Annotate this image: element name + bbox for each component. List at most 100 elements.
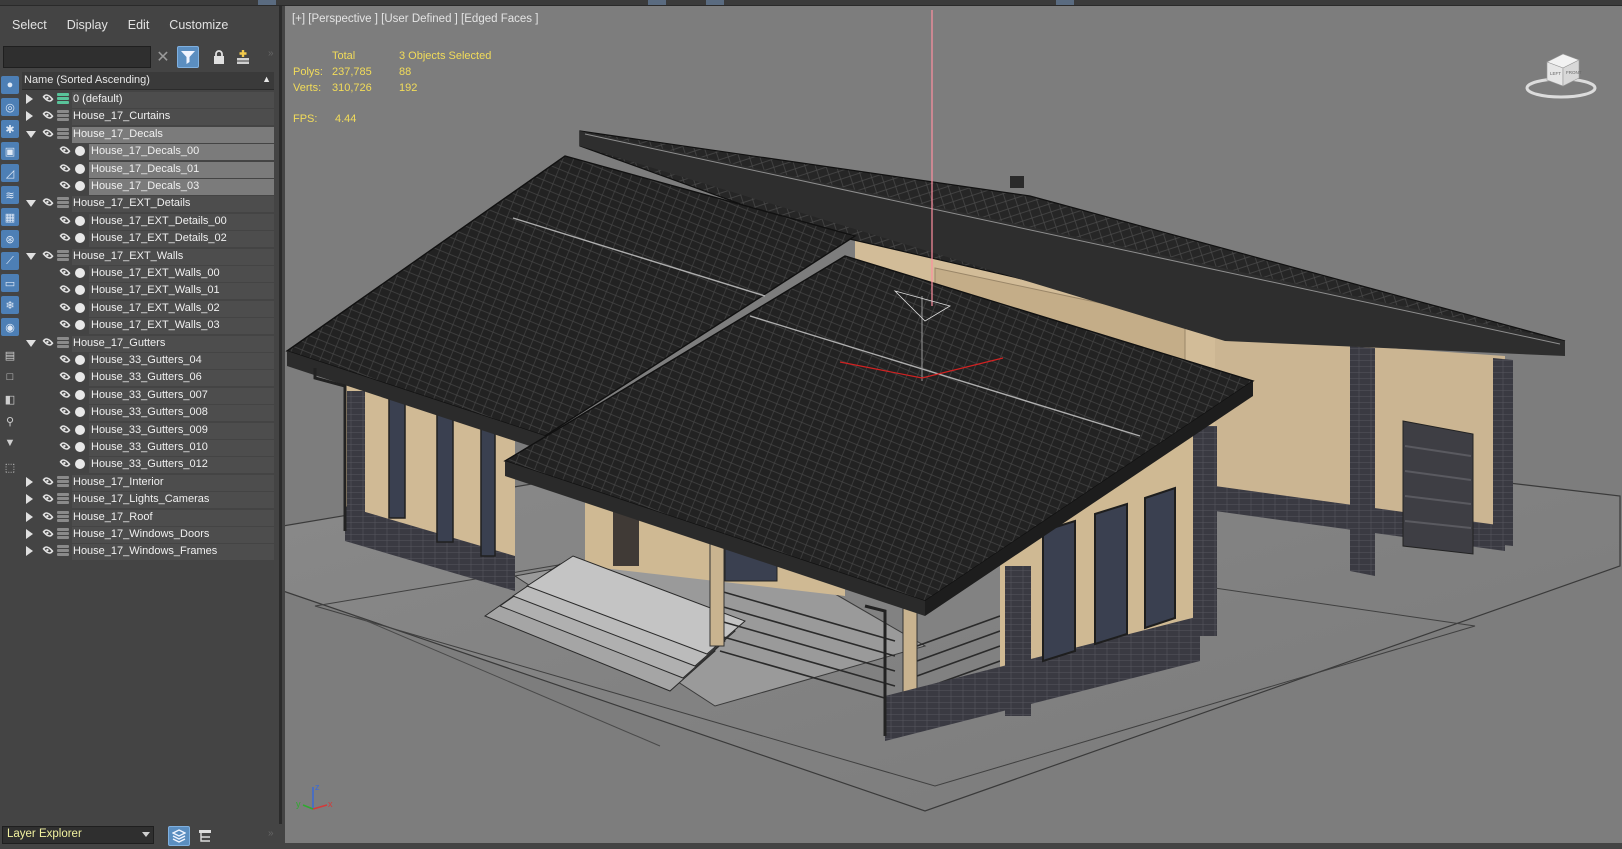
menu-display[interactable]: Display [55, 14, 116, 36]
eye-icon[interactable] [59, 266, 71, 278]
eye-icon[interactable] [59, 422, 71, 435]
eye-icon[interactable] [42, 109, 54, 122]
bones-icon[interactable]: ⟋ [1, 252, 19, 270]
eye-icon[interactable] [59, 440, 71, 452]
object-row[interactable]: House_17_EXT_Walls_02 [22, 300, 274, 317]
eye-icon[interactable] [59, 179, 71, 191]
options-icon[interactable]: ⬚ [1, 458, 19, 476]
containers-icon[interactable]: ▭ [1, 274, 19, 292]
filter-icon[interactable] [177, 46, 199, 68]
lights-icon[interactable]: ✱ [1, 120, 19, 138]
menu-customize[interactable]: Customize [157, 14, 236, 36]
layer-row[interactable]: House_17_Windows_Doors [22, 526, 274, 543]
chevron-right-icon[interactable] [26, 494, 33, 505]
eye-icon[interactable] [59, 231, 71, 243]
filter-funnel-icon[interactable]: ▼ [1, 434, 19, 452]
add-layer-icon[interactable] [232, 46, 254, 68]
object-row[interactable]: House_33_Gutters_06 [22, 369, 274, 387]
eye-icon[interactable] [42, 248, 54, 261]
hidden-icon[interactable]: ◉ [1, 318, 19, 336]
select-none-icon[interactable]: □ [1, 368, 19, 386]
eye-icon[interactable] [59, 318, 71, 330]
object-row[interactable]: House_17_EXT_Details_02 [22, 230, 274, 248]
object-row[interactable]: House_33_Gutters_012 [22, 456, 274, 474]
viewport-label[interactable]: [+] [Perspective ] [User Defined ] [Edge… [292, 13, 538, 25]
xrefs-icon[interactable]: ⊛ [1, 230, 19, 248]
hierarchy-icon[interactable] [194, 826, 216, 846]
panel-grip-icon[interactable]: » [268, 48, 274, 59]
geometry-icon[interactable]: ◎ [1, 98, 19, 116]
layer-row[interactable]: House_17_EXT_Walls [22, 248, 274, 265]
cameras-icon[interactable]: ▣ [1, 142, 19, 160]
spacewarps-icon[interactable]: ≋ [1, 186, 19, 204]
eye-icon[interactable] [42, 335, 54, 348]
chevron-right-icon[interactable] [26, 511, 33, 522]
layers-icon[interactable] [168, 826, 190, 846]
menu-select[interactable]: Select [0, 14, 55, 36]
object-row[interactable]: House_17_Decals_01 [22, 161, 274, 178]
layer-row[interactable]: House_17_Interior [22, 474, 274, 491]
helpers-icon[interactable]: ◿ [1, 164, 19, 182]
layer-row[interactable]: House_17_Lights_Cameras [22, 491, 274, 509]
chevron-right-icon[interactable] [26, 546, 33, 557]
chevron-right-icon[interactable] [26, 111, 33, 122]
panel-grip-icon[interactable]: » [268, 828, 274, 839]
eye-icon[interactable] [42, 527, 54, 539]
perspective-viewport[interactable]: [+] [Perspective ] [User Defined ] [Edge… [285, 6, 1622, 843]
eye-icon[interactable] [59, 301, 71, 313]
display-all-icon[interactable]: ▤ [1, 346, 19, 364]
chevron-right-icon[interactable] [26, 529, 33, 539]
layer-row[interactable]: House_17_Decals [22, 126, 274, 143]
chevron-down-icon[interactable] [26, 130, 36, 138]
eye-icon[interactable] [59, 144, 71, 156]
viewcube-icon[interactable]: LEFT FRONT [1523, 44, 1603, 104]
object-row[interactable]: House_17_Decals_03 [22, 178, 274, 195]
object-row[interactable]: House_17_EXT_Details_00 [22, 213, 274, 230]
object-row[interactable]: House_17_EXT_Walls_00 [22, 265, 274, 282]
eye-icon[interactable] [59, 161, 71, 174]
layer-row[interactable]: 0 (default) [22, 91, 274, 108]
layer-row[interactable]: House_17_Windows_Frames [22, 543, 274, 561]
find-icon[interactable]: ⚲ [1, 412, 19, 430]
object-row[interactable]: House_17_Decals_00 [22, 143, 274, 161]
chevron-down-icon[interactable] [26, 252, 36, 260]
explorer-type-select[interactable]: Layer Explorer [2, 826, 154, 844]
invert-icon[interactable]: ◧ [1, 390, 19, 408]
object-row[interactable]: House_33_Gutters_010 [22, 439, 274, 456]
eye-icon[interactable] [42, 509, 54, 522]
eye-icon[interactable] [59, 214, 71, 226]
chevron-right-icon[interactable] [26, 476, 33, 487]
layer-row[interactable]: House_17_Gutters [22, 335, 274, 352]
eye-icon[interactable] [42, 127, 54, 139]
eye-icon[interactable] [42, 92, 54, 104]
eye-icon[interactable] [59, 457, 71, 470]
object-row[interactable]: House_17_EXT_Walls_01 [22, 282, 274, 300]
eye-icon[interactable] [42, 196, 54, 209]
eye-icon[interactable] [42, 492, 54, 504]
layer-row[interactable]: House_17_Roof [22, 509, 274, 526]
eye-icon[interactable] [59, 353, 71, 365]
eye-icon[interactable] [42, 544, 54, 557]
layer-row[interactable]: House_17_Curtains [22, 108, 274, 126]
object-row[interactable]: House_33_Gutters_008 [22, 404, 274, 422]
eye-icon[interactable] [59, 405, 71, 417]
search-input[interactable] [3, 46, 151, 68]
menu-edit[interactable]: Edit [116, 14, 158, 36]
object-row[interactable]: House_17_EXT_Walls_03 [22, 317, 274, 335]
groups-icon[interactable]: ▦ [1, 208, 19, 226]
lock-icon[interactable] [208, 46, 230, 68]
eye-icon[interactable] [59, 370, 71, 383]
layer-row[interactable]: House_17_EXT_Details [22, 195, 274, 213]
display-none-icon[interactable]: ● [1, 76, 19, 94]
chevron-down-icon[interactable] [26, 339, 36, 347]
frozen-icon[interactable]: ❄ [1, 296, 19, 314]
close-icon[interactable]: ✕ [152, 46, 174, 68]
object-row[interactable]: House_33_Gutters_007 [22, 387, 274, 404]
chevron-right-icon[interactable] [26, 94, 33, 104]
tree-column-header[interactable]: Name (Sorted Ascending) ▲ [22, 72, 274, 90]
object-row[interactable]: House_33_Gutters_04 [22, 352, 274, 369]
chevron-down-icon[interactable] [26, 200, 36, 208]
eye-icon[interactable] [59, 388, 71, 400]
eye-icon[interactable] [42, 475, 54, 487]
eye-icon[interactable] [59, 283, 71, 296]
